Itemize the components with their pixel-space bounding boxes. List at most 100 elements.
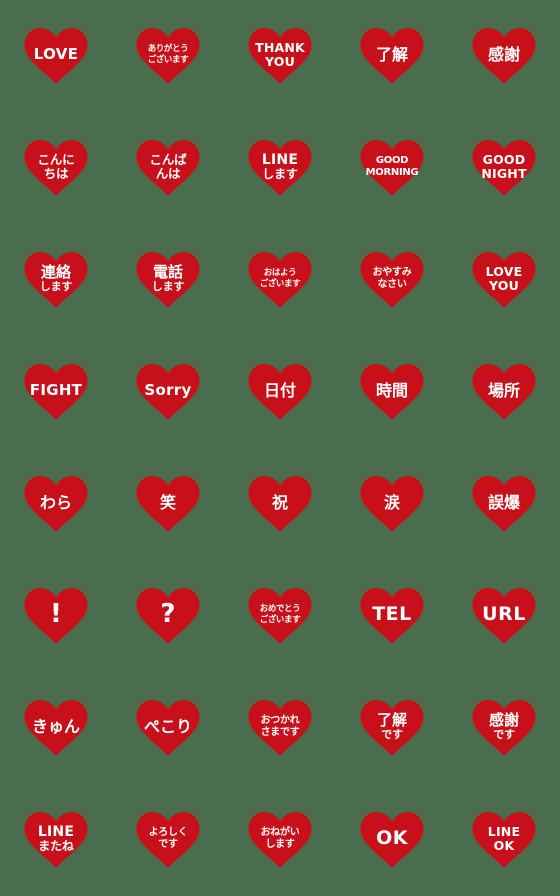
heart-sticker-body[interactable]: GOOD MORNING: [360, 139, 424, 197]
heart-sticker[interactable]: OK: [336, 784, 448, 896]
heart-sticker-body[interactable]: OK: [360, 811, 424, 869]
heart-sticker-body[interactable]: 感謝 です: [472, 699, 536, 757]
heart-sticker[interactable]: おやすみ なさい: [336, 224, 448, 336]
heart-sticker-line: NIGHT: [481, 165, 527, 181]
heart-sticker-body[interactable]: 場所: [472, 363, 536, 421]
heart-sticker-body[interactable]: !: [24, 587, 88, 645]
heart-sticker[interactable]: LINE またね: [0, 784, 112, 896]
heart-sticker-body[interactable]: 感謝: [472, 27, 536, 85]
heart-sticker[interactable]: 了解 です: [336, 672, 448, 784]
heart-sticker[interactable]: 場所: [448, 336, 560, 448]
heart-sticker-label: おねがい します: [250, 827, 310, 851]
heart-sticker-body[interactable]: THANK YOU: [248, 27, 312, 85]
heart-sticker[interactable]: おつかれ さまです: [224, 672, 336, 784]
heart-sticker-body[interactable]: URL: [472, 587, 536, 645]
heart-sticker-line: 感謝: [488, 711, 519, 730]
heart-sticker[interactable]: TEL: [336, 560, 448, 672]
heart-sticker[interactable]: GOOD MORNING: [336, 112, 448, 224]
heart-sticker[interactable]: ?: [112, 560, 224, 672]
heart-sticker-body[interactable]: GOOD NIGHT: [472, 139, 536, 197]
heart-sticker[interactable]: 連絡 します: [0, 224, 112, 336]
heart-sticker-body[interactable]: 電話 します: [136, 251, 200, 309]
heart-sticker[interactable]: わら: [0, 448, 112, 560]
heart-sticker-body[interactable]: 誤爆: [472, 475, 536, 533]
heart-sticker-body[interactable]: 日付: [248, 363, 312, 421]
heart-sticker-body[interactable]: ありがとう ございます: [136, 27, 200, 85]
heart-sticker-body[interactable]: おめでとう ございます: [248, 587, 312, 645]
heart-sticker[interactable]: LOVE: [0, 0, 112, 112]
heart-sticker-body[interactable]: LOVE YOU: [472, 251, 536, 309]
heart-sticker-line: なさい: [377, 278, 407, 290]
heart-sticker[interactable]: !: [0, 560, 112, 672]
heart-sticker[interactable]: LOVE YOU: [448, 224, 560, 336]
heart-sticker[interactable]: 祝: [224, 448, 336, 560]
heart-sticker-body[interactable]: 涙: [360, 475, 424, 533]
heart-sticker[interactable]: よろしく です: [112, 784, 224, 896]
heart-sticker[interactable]: Sorry: [112, 336, 224, 448]
heart-sticker-line: ございます: [259, 614, 301, 625]
heart-sticker[interactable]: 電話 します: [112, 224, 224, 336]
heart-sticker[interactable]: 了解: [336, 0, 448, 112]
heart-sticker-line: GOOD: [482, 151, 526, 167]
heart-sticker[interactable]: LINE します: [224, 112, 336, 224]
heart-sticker-body[interactable]: ?: [136, 587, 200, 645]
heart-sticker[interactable]: おめでとう ございます: [224, 560, 336, 672]
heart-sticker[interactable]: 涙: [336, 448, 448, 560]
heart-sticker-body[interactable]: 了解: [360, 27, 424, 85]
heart-sticker-line: 了解: [376, 711, 407, 730]
heart-sticker-line: よろしく: [148, 826, 188, 838]
heart-sticker-body[interactable]: わら: [24, 475, 88, 533]
heart-sticker-label: 感謝: [487, 44, 520, 64]
heart-sticker-line: ございます: [147, 54, 189, 65]
heart-sticker[interactable]: ぺこり: [112, 672, 224, 784]
heart-sticker[interactable]: 日付: [224, 336, 336, 448]
heart-sticker-body[interactable]: 時間: [360, 363, 424, 421]
heart-sticker-line: です: [381, 727, 403, 741]
heart-sticker[interactable]: 感謝: [448, 0, 560, 112]
heart-sticker-body[interactable]: ぺこり: [136, 699, 200, 757]
heart-sticker-body[interactable]: 了解 です: [360, 699, 424, 757]
heart-sticker-body[interactable]: LINE またね: [24, 811, 88, 869]
heart-sticker-body[interactable]: おやすみ なさい: [360, 251, 424, 309]
heart-sticker-body[interactable]: おつかれ さまです: [248, 699, 312, 757]
heart-sticker[interactable]: 感謝 です: [448, 672, 560, 784]
heart-sticker-line: LINE: [487, 823, 521, 839]
heart-sticker-body[interactable]: LINE OK: [472, 811, 536, 869]
heart-sticker-body[interactable]: TEL: [360, 587, 424, 645]
heart-sticker-label: OK: [376, 826, 408, 849]
heart-sticker-body[interactable]: こんに ちは: [24, 139, 88, 197]
heart-sticker[interactable]: こんば んは: [112, 112, 224, 224]
heart-sticker-body[interactable]: LINE します: [248, 139, 312, 197]
heart-sticker[interactable]: LINE OK: [448, 784, 560, 896]
heart-sticker[interactable]: 誤爆: [448, 448, 560, 560]
heart-sticker-label: 誤爆: [487, 492, 520, 512]
heart-sticker[interactable]: GOOD NIGHT: [448, 112, 560, 224]
heart-sticker[interactable]: きゅん: [0, 672, 112, 784]
heart-sticker-label: 場所: [487, 380, 520, 400]
heart-sticker[interactable]: FIGHT: [0, 336, 112, 448]
heart-sticker[interactable]: URL: [448, 560, 560, 672]
heart-sticker-body[interactable]: おはよう ございます: [248, 251, 312, 309]
heart-sticker-body[interactable]: おねがい します: [248, 811, 312, 869]
heart-sticker-body[interactable]: きゅん: [24, 699, 88, 757]
heart-sticker-body[interactable]: FIGHT: [24, 363, 88, 421]
heart-sticker-line: LINE: [37, 824, 75, 841]
heart-sticker-body[interactable]: こんば んは: [136, 139, 200, 197]
heart-sticker-line: またね: [38, 838, 74, 853]
heart-sticker[interactable]: おねがい します: [224, 784, 336, 896]
heart-sticker[interactable]: 笑: [112, 448, 224, 560]
heart-sticker-body[interactable]: 祝: [248, 475, 312, 533]
heart-sticker[interactable]: THANK YOU: [224, 0, 336, 112]
heart-sticker-body[interactable]: 笑: [136, 475, 200, 533]
heart-sticker[interactable]: 時間: [336, 336, 448, 448]
heart-sticker-body[interactable]: Sorry: [136, 363, 200, 421]
heart-sticker-body[interactable]: LOVE: [24, 27, 88, 85]
heart-sticker-body[interactable]: 連絡 します: [24, 251, 88, 309]
heart-sticker[interactable]: こんに ちは: [0, 112, 112, 224]
heart-sticker[interactable]: おはよう ございます: [224, 224, 336, 336]
heart-sticker[interactable]: ありがとう ございます: [112, 0, 224, 112]
heart-sticker-label: よろしく です: [138, 827, 198, 851]
heart-sticker-body[interactable]: よろしく です: [136, 811, 200, 869]
heart-sticker-line: YOU: [265, 53, 295, 69]
heart-sticker-line: LOVE: [485, 263, 523, 279]
